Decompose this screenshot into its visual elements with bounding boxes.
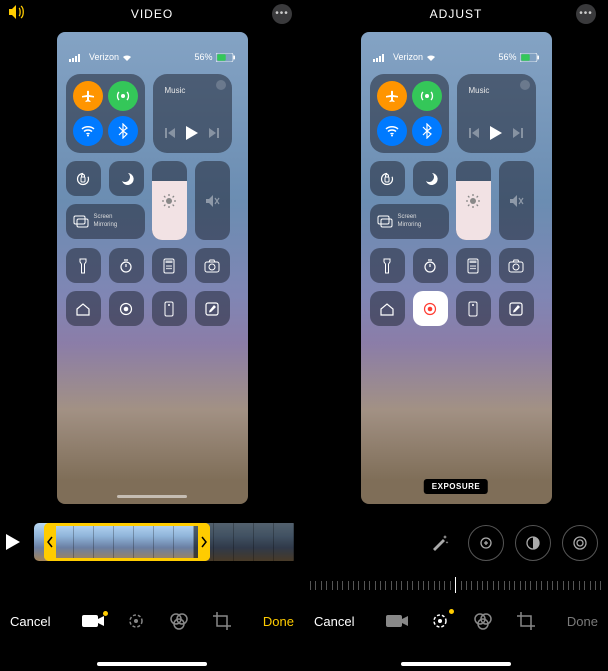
edit-tab-video[interactable] (386, 613, 408, 629)
calculator-icon[interactable] (152, 248, 187, 283)
exposure-dial[interactable] (468, 525, 504, 561)
screen-mirroring-button[interactable]: Screen Mirroring (370, 204, 449, 239)
cellular-icon[interactable] (412, 81, 442, 111)
highlights-dial[interactable] (515, 525, 551, 561)
calculator-icon[interactable] (456, 248, 491, 283)
connectivity-block[interactable] (370, 74, 449, 153)
record-icon[interactable] (109, 291, 144, 326)
edit-tab-adjust[interactable] (126, 611, 146, 631)
media-block[interactable]: Music (153, 74, 232, 153)
timer-icon[interactable] (413, 248, 448, 283)
rotation-lock-icon[interactable] (370, 161, 405, 196)
brightness-slider[interactable] (152, 161, 187, 240)
timer-icon[interactable] (109, 248, 144, 283)
timeline-play-button[interactable] (6, 534, 34, 550)
wifi-icon[interactable] (377, 116, 407, 146)
phone-preview: Verizon 56% (361, 32, 552, 504)
done-button[interactable]: Done (263, 614, 294, 629)
media-block[interactable]: Music (457, 74, 536, 153)
flashlight-icon[interactable] (66, 248, 101, 283)
panel-title-video: VIDEO (0, 7, 304, 21)
mirroring-icon (73, 215, 89, 229)
carrier-label: Verizon (373, 52, 436, 62)
trim-handle-left[interactable] (44, 523, 56, 561)
remote-icon[interactable] (152, 291, 187, 326)
brightness-slider[interactable] (456, 161, 491, 240)
trim-handle-right[interactable] (198, 523, 210, 561)
edit-tab-filters[interactable] (168, 611, 190, 631)
airplay-icon[interactable] (520, 80, 530, 90)
auto-enhance-dial[interactable] (421, 525, 457, 561)
play-icon[interactable] (490, 126, 502, 140)
notes-icon[interactable] (195, 291, 230, 326)
notes-icon[interactable] (499, 291, 534, 326)
mirroring-icon (377, 215, 393, 229)
prev-icon[interactable] (165, 128, 175, 138)
record-icon-active[interactable] (413, 291, 448, 326)
ellipsis-icon: ••• (579, 9, 593, 19)
next-icon[interactable] (513, 128, 523, 138)
dnd-icon[interactable] (109, 161, 144, 196)
remote-icon[interactable] (456, 291, 491, 326)
edit-tab-filters[interactable] (472, 611, 494, 631)
wifi-icon[interactable] (73, 116, 103, 146)
camera-icon[interactable] (499, 248, 534, 283)
next-icon[interactable] (209, 128, 219, 138)
cancel-button[interactable]: Cancel (10, 614, 50, 629)
more-button[interactable]: ••• (576, 4, 596, 24)
phone-preview: Verizon 56% (57, 32, 248, 504)
connectivity-block[interactable] (66, 74, 145, 153)
brightness-icon (161, 193, 177, 209)
airplay-icon[interactable] (216, 80, 226, 90)
battery-indicator: 56% (498, 52, 539, 62)
volume-slider[interactable] (499, 161, 534, 240)
cellular-icon[interactable] (108, 81, 138, 111)
home-indicator[interactable] (97, 662, 207, 666)
edit-tab-adjust[interactable] (430, 611, 450, 631)
bluetooth-icon[interactable] (412, 116, 442, 146)
home-icon[interactable] (370, 291, 405, 326)
prev-icon[interactable] (469, 128, 479, 138)
shadows-dial[interactable] (562, 525, 598, 561)
bluetooth-icon[interactable] (108, 116, 138, 146)
airplane-icon[interactable] (377, 81, 407, 111)
brightness-icon (465, 193, 481, 209)
video-timeline[interactable] (34, 523, 298, 561)
volume-slider[interactable] (195, 161, 230, 240)
battery-indicator: 56% (194, 52, 235, 62)
done-button[interactable]: Done (567, 614, 598, 629)
dnd-icon[interactable] (413, 161, 448, 196)
volume-icon[interactable] (8, 4, 26, 20)
airplane-icon[interactable] (73, 81, 103, 111)
flashlight-icon[interactable] (370, 248, 405, 283)
music-label: Music (469, 86, 490, 95)
edit-tab-video[interactable] (82, 613, 104, 629)
panel-title-adjust: ADJUST (304, 7, 608, 21)
cancel-button[interactable]: Cancel (314, 614, 354, 629)
home-icon[interactable] (66, 291, 101, 326)
carrier-label: Verizon (69, 52, 132, 62)
more-button[interactable]: ••• (272, 4, 292, 24)
ellipsis-icon: ••• (275, 9, 289, 19)
exposure-label: EXPOSURE (424, 479, 488, 494)
edit-tab-crop[interactable] (516, 611, 536, 631)
play-icon[interactable] (186, 126, 198, 140)
rotation-lock-icon[interactable] (66, 161, 101, 196)
edit-tab-crop[interactable] (212, 611, 232, 631)
mute-icon (508, 193, 524, 209)
screen-mirroring-button[interactable]: Screen Mirroring (66, 204, 145, 239)
music-label: Music (165, 86, 186, 95)
adjust-slider-scale[interactable] (310, 575, 602, 595)
home-indicator[interactable] (401, 662, 511, 666)
camera-icon[interactable] (195, 248, 230, 283)
mute-icon (204, 193, 220, 209)
